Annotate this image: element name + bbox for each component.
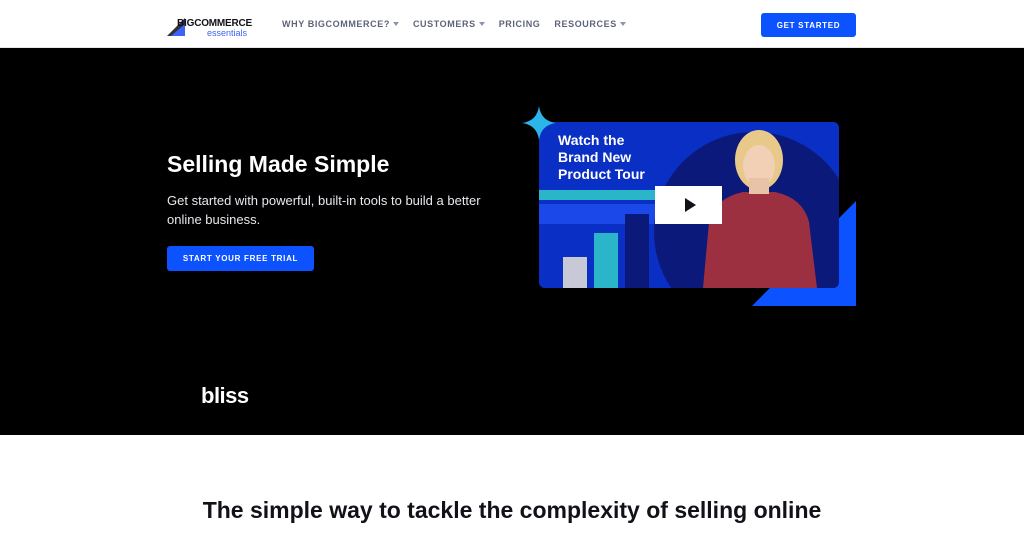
video-title-line-1: Watch the — [558, 132, 625, 148]
video-title-line-3: Product Tour — [558, 166, 645, 182]
play-button[interactable] — [655, 186, 722, 224]
site-header: BIGCOMMERCE essentials WHY BIGCOMMERCE? … — [0, 0, 1024, 48]
logo-subtitle: essentials — [207, 28, 248, 38]
bigcommerce-logo[interactable]: BIGCOMMERCE essentials — [167, 12, 252, 38]
chevron-down-icon — [478, 22, 485, 26]
hero-subtitle: Get started with powerful, built-in tool… — [167, 193, 481, 227]
product-tour-video: Watch the Brand New Product Tour — [522, 106, 858, 306]
nav-item-pricing[interactable]: PRICING — [499, 17, 541, 31]
nav-item-label: RESOURCES — [554, 19, 617, 29]
nav-item-label: PRICING — [498, 19, 541, 29]
customer-logo-bliss: bliss — [201, 383, 249, 408]
section-title: The simple way to tackle the complexity … — [202, 497, 822, 523]
start-free-trial-button[interactable]: START YOUR FREE TRIAL — [167, 246, 314, 271]
hero-section: Selling Made Simple Get started with pow… — [0, 48, 1024, 435]
video-title: Watch the Brand New Product Tour — [558, 132, 645, 183]
hero-title: Selling Made Simple — [167, 151, 390, 177]
nav-item-resources[interactable]: RESOURCES — [554, 17, 626, 31]
nav-item-label: CUSTOMERS — [412, 19, 476, 29]
play-icon — [684, 198, 696, 212]
nav-item-label: WHY BIGCOMMERCE? — [282, 19, 390, 29]
nav-item-why-bigcommerce[interactable]: WHY BIGCOMMERCE? — [282, 17, 399, 31]
main-nav: WHY BIGCOMMERCE? CUSTOMERS PRICING RESOU… — [282, 17, 640, 31]
get-started-button[interactable]: GET STARTED — [761, 13, 856, 37]
chevron-down-icon — [619, 22, 626, 26]
chevron-down-icon — [392, 22, 399, 26]
video-thumbnail[interactable]: Watch the Brand New Product Tour — [539, 122, 839, 288]
sparkle-icon — [522, 106, 556, 140]
video-title-line-2: Brand New — [558, 149, 632, 165]
nav-item-customers[interactable]: CUSTOMERS — [413, 17, 485, 31]
